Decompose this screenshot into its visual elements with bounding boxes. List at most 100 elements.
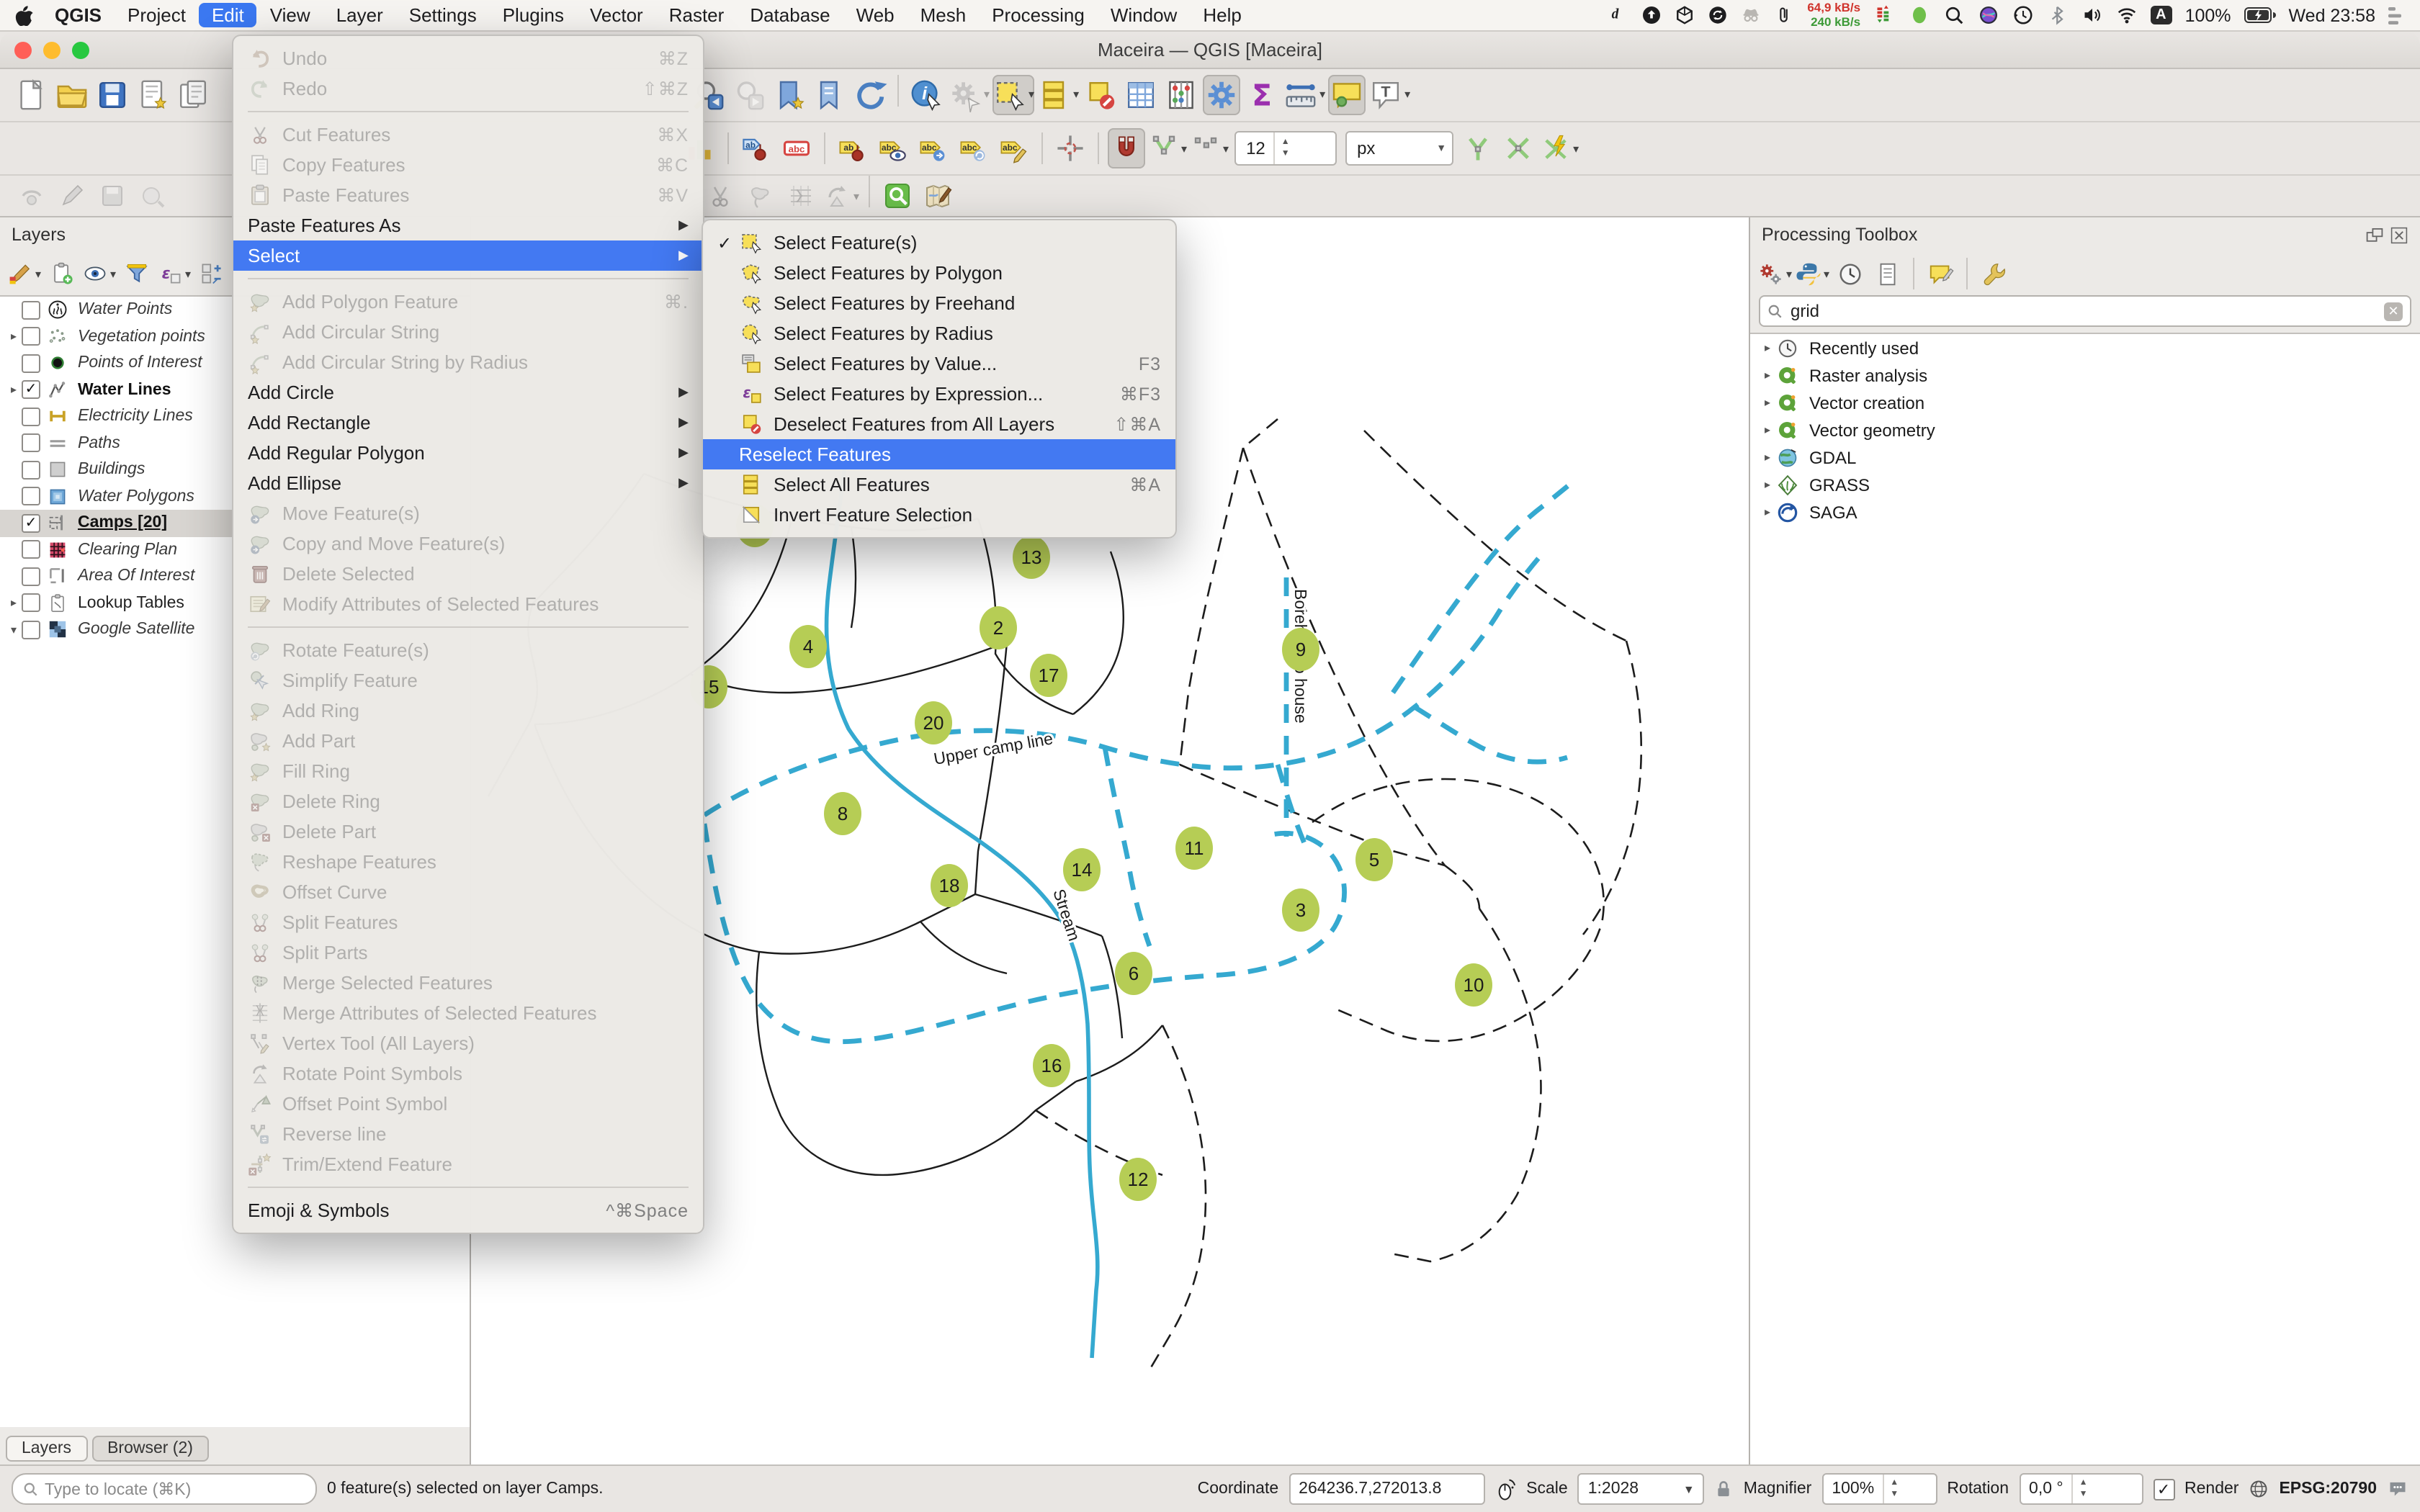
menu-item-add-rectangle[interactable]: Add Rectangle▶ — [233, 408, 703, 438]
expand-arrow-icon[interactable]: ▸ — [6, 384, 22, 397]
locator-input[interactable]: Type to locate (⌘K) — [12, 1473, 317, 1505]
menu-item-add-circular-string-by-radius[interactable]: Add Circular String by Radius — [233, 347, 703, 377]
menu-item-delete-ring[interactable]: Delete Ring — [233, 786, 703, 816]
apple-logo-icon[interactable] — [14, 4, 33, 26]
run-feature-action-button[interactable]: ▾ — [948, 74, 990, 114]
merge-features-button[interactable] — [742, 176, 779, 216]
menu-item-paste-features-as[interactable]: Paste Features As▶ — [233, 210, 703, 240]
layer-visibility-checkbox[interactable] — [22, 567, 40, 586]
menu-item-delete-selected[interactable]: Delete Selected — [233, 559, 703, 589]
list-menu-icon[interactable] — [2388, 6, 2408, 24]
layer-visibility-checkbox[interactable] — [22, 408, 40, 426]
camp-marker-18[interactable]: 18 — [931, 864, 968, 907]
layer-visibility-checkbox[interactable] — [22, 328, 40, 346]
processing-toolbox-button[interactable] — [1203, 74, 1240, 114]
new-bookmark-button[interactable] — [771, 74, 808, 114]
menu-item-rotate-feature-s-[interactable]: Rotate Feature(s) — [233, 635, 703, 665]
menu-item-select-features-by-expression-[interactable]: εSelect Features by Expression...⌘F3 — [703, 379, 1175, 409]
measure-button[interactable]: ▾ — [1283, 74, 1325, 114]
menu-item-select-features-by-radius[interactable]: Select Features by Radius — [703, 318, 1175, 348]
menu-item-select[interactable]: Select▶ — [233, 240, 703, 271]
menu-item-merge-attributes-of-selected-features[interactable]: Merge Attributes of Selected Features — [233, 998, 703, 1028]
expand-arrow-icon[interactable]: ▾ — [6, 624, 22, 636]
layer-visibility-checkbox[interactable] — [22, 621, 40, 639]
split-features-button[interactable] — [702, 176, 739, 216]
tracing-flash-button[interactable]: ▾ — [1540, 128, 1579, 168]
menu-item-split-features[interactable]: Split Features — [233, 907, 703, 937]
menu-item-select-all-features[interactable]: Select All Features⌘A — [703, 469, 1175, 500]
menubar-item-web[interactable]: Web — [843, 3, 908, 27]
camp-marker-4[interactable]: 4 — [789, 625, 827, 668]
rotate-point-symbols-button[interactable]: ▾ — [823, 176, 860, 216]
digitize-add-button[interactable] — [134, 176, 171, 216]
layout-manager-button[interactable] — [174, 74, 212, 114]
camp-marker-9[interactable]: 9 — [1282, 628, 1319, 671]
expand-arrow-icon[interactable]: ▸ — [1759, 341, 1776, 354]
layer-visibility-checkbox[interactable] — [22, 461, 40, 480]
osm-place-search-button[interactable] — [879, 176, 916, 216]
digitize-save-button[interactable] — [94, 176, 131, 216]
new-project-button[interactable] — [13, 74, 50, 114]
select-by-form-button[interactable]: ▾ — [1037, 74, 1079, 114]
magnifier-input[interactable]: 100%▲▼ — [1821, 1473, 1937, 1505]
camp-marker-17[interactable]: 17 — [1030, 654, 1067, 697]
show-bookmarks-button[interactable] — [811, 74, 848, 114]
advanced-digitize-cross-button[interactable] — [1052, 128, 1089, 168]
crs-globe-icon[interactable] — [2249, 1479, 2269, 1499]
menu-item-offset-curve[interactable]: Offset Curve — [233, 877, 703, 907]
vertex-marker-button[interactable]: ▾ — [1148, 128, 1187, 168]
menubar-item-qgis[interactable]: QGIS — [42, 3, 115, 27]
input-source-indicator[interactable]: A — [2150, 6, 2172, 24]
lp-eye-button[interactable]: ▾ — [82, 256, 117, 291]
expand-arrow-icon[interactable]: ▸ — [1759, 396, 1776, 409]
save-project-button[interactable] — [94, 74, 131, 114]
pp-wrench-button[interactable] — [1976, 256, 2011, 291]
dock-tab-layers[interactable]: Layers — [6, 1436, 87, 1462]
identify-button[interactable]: i — [908, 74, 945, 114]
menu-item-rotate-point-symbols[interactable]: Rotate Point Symbols — [233, 1058, 703, 1089]
layer-visibility-checkbox[interactable] — [22, 541, 40, 559]
menubar-item-raster[interactable]: Raster — [656, 3, 738, 27]
rotation-input[interactable]: 0,0 °▲▼ — [2019, 1473, 2143, 1505]
expand-arrow-icon[interactable]: ▸ — [1759, 505, 1776, 518]
attribute-table-button[interactable] — [1122, 74, 1160, 114]
pp-results-button[interactable] — [1870, 256, 1904, 291]
camp-marker-3[interactable]: 3 — [1282, 888, 1319, 932]
dock-tab-browser-2-[interactable]: Browser (2) — [91, 1436, 209, 1462]
snapping-tolerance-spinbox[interactable]: 12▲▼ — [1234, 131, 1337, 166]
layer-visibility-checkbox[interactable]: ✓ — [22, 381, 40, 400]
processing-group-vector-geometry[interactable]: ▸Vector geometry — [1750, 416, 2420, 444]
menu-item-deselect-features-from-all-layers[interactable]: Deselect Features from All Layers⇧⌘A — [703, 409, 1175, 439]
menu-item-add-regular-polygon[interactable]: Add Regular Polygon▶ — [233, 438, 703, 468]
menubar-item-help[interactable]: Help — [1190, 3, 1255, 27]
menu-item-trim-extend-feature[interactable]: Trim/Extend Feature — [233, 1149, 703, 1179]
menubar-item-processing[interactable]: Processing — [979, 3, 1098, 27]
processing-search-input[interactable]: grid ✕ — [1759, 295, 2411, 327]
camp-marker-11[interactable]: 11 — [1175, 827, 1213, 870]
map-tips-button[interactable] — [1328, 74, 1366, 114]
processing-group-saga[interactable]: ▸SAGA — [1750, 498, 2420, 526]
processing-group-gdal[interactable]: ▸GDAL — [1750, 444, 2420, 471]
mouse-coordinate-icon[interactable] — [1494, 1477, 1516, 1501]
menu-item-modify-attributes-of-selected-features[interactable]: Modify Attributes of Selected Features — [233, 589, 703, 619]
refresh-button[interactable] — [851, 74, 889, 114]
expand-arrow-icon[interactable]: ▸ — [1759, 369, 1776, 382]
menubar-item-database[interactable]: Database — [737, 3, 843, 27]
new-layout-button[interactable] — [134, 74, 171, 114]
render-checkbox[interactable]: ✓ — [2153, 1478, 2174, 1500]
menu-item-add-polygon-feature[interactable]: Add Polygon Feature⌘. — [233, 287, 703, 317]
select-features-button[interactable]: ▾ — [992, 74, 1034, 114]
layer-visibility-checkbox[interactable] — [22, 434, 40, 453]
statistics-button[interactable] — [1162, 74, 1200, 114]
sum-features-button[interactable]: Σ — [1243, 74, 1281, 114]
menu-item-split-parts[interactable]: Split Parts — [233, 937, 703, 968]
processing-group-grass[interactable]: ▸GRASS — [1750, 471, 2420, 498]
lp-style-button[interactable]: ▾ — [7, 256, 42, 291]
menu-item-undo[interactable]: Undo⌘Z — [233, 43, 703, 73]
camp-marker-14[interactable]: 14 — [1063, 848, 1101, 891]
pp-history-button[interactable] — [1832, 256, 1867, 291]
layer-visibility-checkbox[interactable]: ✓ — [22, 514, 40, 533]
messages-bubble-icon[interactable] — [2387, 1479, 2408, 1499]
menu-item-simplify-feature[interactable]: Simplify Feature — [233, 665, 703, 696]
snapping-units-combo[interactable]: px▼ — [1345, 131, 1453, 166]
